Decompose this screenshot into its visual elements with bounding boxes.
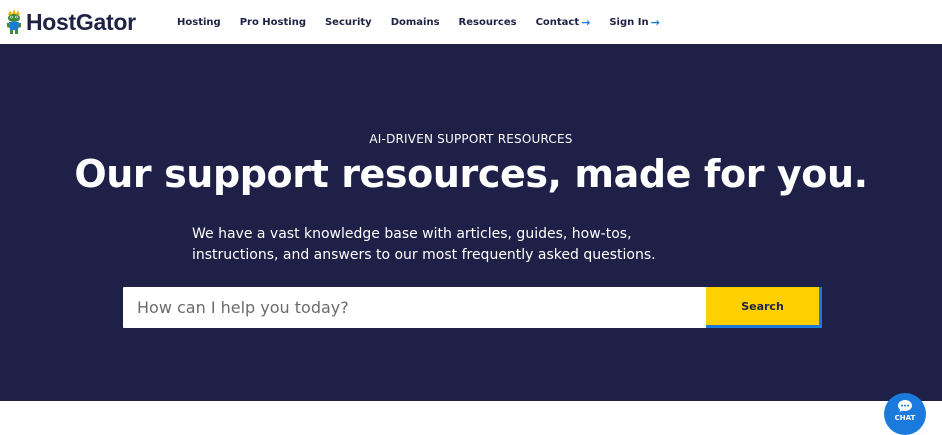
nav-item-label: Security: [324, 16, 372, 28]
main-nav: Hosting Pro Hosting Security Domains Res…: [177, 0, 679, 44]
brand-name: HostGator: [26, 8, 136, 35]
nav-item-label: Contact: [535, 16, 580, 28]
arrow-right-icon: →: [650, 15, 660, 29]
hero-eyebrow: AI-DRIVEN SUPPORT RESOURCES: [369, 132, 573, 146]
search-button[interactable]: Search: [706, 287, 822, 328]
hero-description-line: We have a vast knowledge base with artic…: [192, 226, 632, 242]
chat-widget-button[interactable]: CHAT: [884, 393, 926, 435]
nav-item-security[interactable]: Security: [325, 17, 372, 28]
nav-item-resources[interactable]: Resources: [459, 17, 517, 28]
hero-description: We have a vast knowledge base with artic…: [192, 224, 752, 266]
nav-item-label: Hosting: [177, 16, 221, 28]
nav-item-pro-hosting[interactable]: Pro Hosting: [240, 17, 306, 28]
nav-item-contact[interactable]: Contact →: [536, 17, 591, 28]
support-search-form: Search: [123, 287, 822, 328]
nav-item-sign-in[interactable]: Sign In →: [609, 17, 659, 28]
top-navigation-bar: HostGator Hosting Pro Hosting Security D…: [0, 0, 942, 44]
nav-item-label: Pro Hosting: [239, 16, 306, 28]
nav-item-hosting[interactable]: Hosting: [177, 17, 221, 28]
nav-item-label: Sign In: [609, 16, 649, 28]
nav-item-label: Domains: [390, 16, 440, 28]
search-input[interactable]: [123, 287, 706, 328]
arrow-right-icon: →: [581, 15, 591, 29]
chat-label: CHAT: [894, 414, 916, 422]
nav-item-domains[interactable]: Domains: [391, 17, 440, 28]
nav-item-label: Resources: [458, 16, 517, 28]
hostgator-logo[interactable]: HostGator: [4, 7, 136, 37]
gator-mascot-icon: [7, 9, 21, 34]
page-title: Our support resources, made for you.: [74, 152, 868, 196]
hero-description-line: instructions, and answers to our most fr…: [192, 247, 656, 263]
support-hero: AI-DRIVEN SUPPORT RESOURCES Our support …: [0, 44, 942, 401]
chat-bubble-icon: [898, 400, 912, 412]
